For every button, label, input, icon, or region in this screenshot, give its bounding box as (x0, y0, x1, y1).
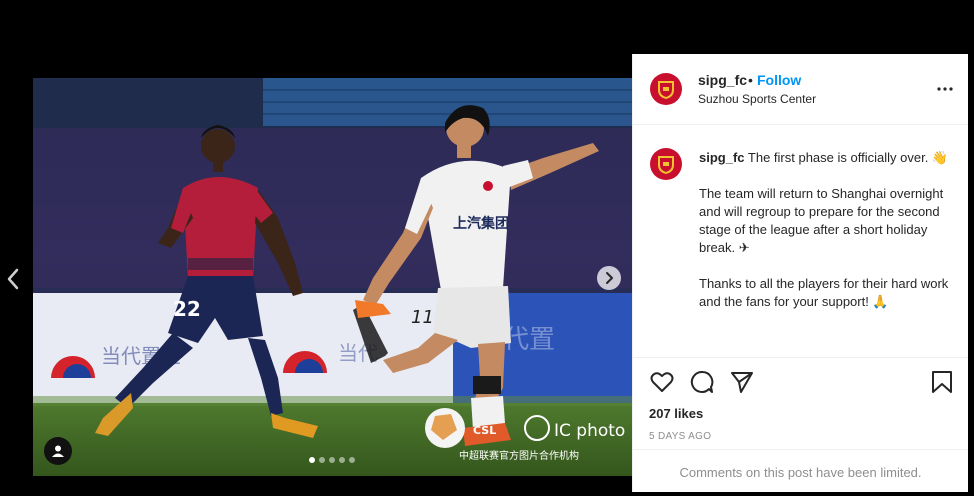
separator-dot: • (748, 72, 753, 88)
club-crest-icon (658, 81, 674, 99)
avatar[interactable] (650, 73, 682, 105)
caption-text: sipg_fc The first phase is officially ov… (699, 149, 949, 329)
caption-username[interactable]: sipg_fc (699, 150, 745, 165)
carousel-dot (349, 457, 355, 463)
bookmark-icon (932, 371, 952, 393)
caption-paragraph-1: The first phase is officially over. 👋 (747, 150, 949, 165)
user-tag-icon (52, 445, 64, 457)
football-match-image: 当代置业 当代 代置 22 上汽集团 11 CSL IC photo 中超联赛官… (33, 78, 632, 476)
follow-button[interactable]: Follow (757, 72, 801, 88)
carousel-dot (329, 457, 335, 463)
post-username[interactable]: sipg_fc (698, 72, 747, 88)
more-options-button[interactable] (936, 80, 954, 98)
caption-paragraph-3: Thanks to all the players for their hard… (699, 276, 949, 309)
heart-icon (650, 372, 674, 392)
watermark-caption: 中超联赛官方图片合作机构 (459, 449, 579, 462)
sponsor-text: 上汽集团 (453, 215, 509, 232)
more-options-icon (937, 87, 953, 91)
like-button[interactable] (649, 369, 675, 395)
chevron-right-icon (606, 272, 613, 284)
carousel-dot (339, 457, 345, 463)
comment-icon (690, 370, 714, 393)
share-button[interactable] (729, 369, 755, 395)
club-crest-icon (658, 156, 674, 174)
carousel-dot (309, 457, 315, 463)
send-icon (731, 372, 753, 393)
next-slide-button[interactable] (597, 266, 621, 290)
carousel-indicator (309, 457, 355, 463)
prev-slide-button[interactable] (2, 265, 24, 293)
post-header: sipg_fc • Follow Suzhou Sports Center (633, 54, 968, 125)
chevron-left-icon (7, 268, 19, 290)
post-actions (633, 359, 968, 395)
carousel-dot (319, 457, 325, 463)
comments-limited-notice: Comments on this post have been limited. (633, 449, 968, 493)
post-photo[interactable]: 当代置业 当代 代置 22 上汽集团 11 CSL IC photo 中超联赛官… (33, 78, 632, 476)
save-button[interactable] (929, 369, 955, 395)
player-left-number: 22 (173, 297, 201, 321)
post-caption: sipg_fc The first phase is officially ov… (633, 125, 968, 358)
caption-paragraph-2: The team will return to Shanghai overnig… (699, 186, 944, 255)
comment-button[interactable] (689, 369, 715, 395)
tagged-users-button[interactable] (44, 437, 72, 465)
player-right-number: 11 (411, 307, 434, 328)
post-timestamp[interactable]: 5 DAYS AGO (649, 431, 711, 442)
watermark-brand: CSL (473, 424, 496, 437)
post-sidebar: sipg_fc • Follow Suzhou Sports Center si… (632, 54, 968, 492)
post-location[interactable]: Suzhou Sports Center (698, 92, 816, 106)
watermark-credit: IC photo (554, 421, 625, 441)
caption-avatar[interactable] (650, 148, 682, 180)
likes-count[interactable]: 207 likes (649, 406, 703, 421)
